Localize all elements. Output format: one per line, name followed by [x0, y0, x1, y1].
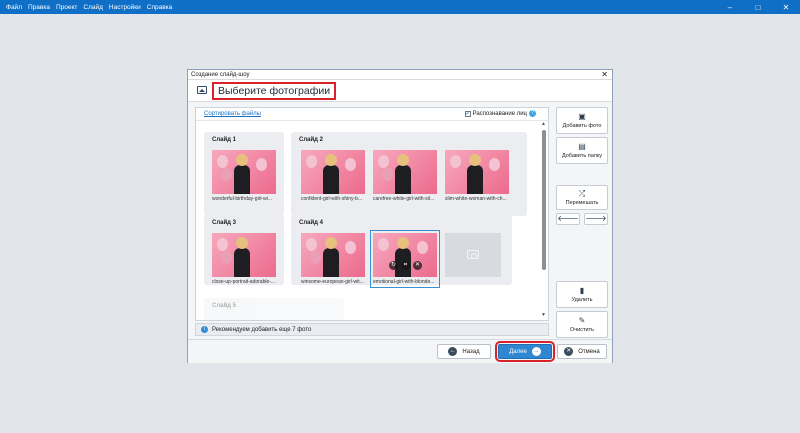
photo-icon [197, 86, 207, 94]
add-photo-button[interactable]: ▣ Добавить фото [556, 107, 608, 134]
photo-thumbnail[interactable] [301, 150, 365, 194]
next-button[interactable]: Далее → [495, 341, 555, 362]
face-recognition-option: ✓ Распознавание лиц ? [464, 110, 536, 117]
slide-4-group: Слайд 4 winsome-european-girl-wit... ↻ ⌗… [291, 215, 512, 288]
dialog-titlebar: Создание слайд-шоу ✕ [188, 70, 612, 80]
slide-2-group: Слайд 2 confident-girl-with-shiny-b... c… [291, 132, 527, 216]
add-photo-label: Добавить фото [562, 123, 602, 129]
menu-help[interactable]: Справка [144, 4, 176, 11]
minimize-icon[interactable]: – [716, 0, 744, 14]
photo-filename: wonderful-birthday-girl-wi... [212, 196, 273, 202]
camera-icon [467, 250, 479, 259]
photo-filename: confident-girl-with-shiny-b... [301, 196, 363, 202]
slide-label: Слайд 4 [299, 220, 323, 226]
menu-slide[interactable]: Слайд [80, 4, 106, 11]
photo-card[interactable]: slim-white-woman-with-ch... [445, 150, 509, 202]
crop-icon[interactable]: ⌗ [401, 261, 410, 270]
shuffle-icon: ⤮ [578, 189, 586, 198]
slideshow-dialog: Создание слайд-шоу ✕ Выберите фотографии… [187, 69, 613, 363]
photo-card[interactable]: close-up-portrait-adorable-... [212, 233, 276, 285]
close-window-icon[interactable]: ✕ [772, 0, 800, 14]
dialog-footer: ← Назад Далее → ✕ Отмена [188, 339, 612, 363]
photo-card[interactable]: winsome-european-girl-wit... [301, 233, 365, 285]
photo-thumbnail[interactable] [445, 150, 509, 194]
delete-button[interactable]: ▮ Удалить [556, 281, 608, 308]
move-left-button[interactable]: 🡐 [556, 213, 580, 225]
step-heading: Выберите фотографии [212, 82, 337, 100]
shuffle-button[interactable]: ⤮ Перемешать [556, 185, 608, 210]
photo-filename: close-up-portrait-adorable-... [212, 279, 276, 285]
slide-label: Слайд 3 [212, 220, 236, 226]
menu-file[interactable]: Файл [3, 4, 25, 11]
photo-actions: ↻ ⌗ ✕ [389, 261, 422, 270]
slide-5-group: Слайд 5 [204, 298, 344, 320]
photo-filename: slim-white-woman-with-ch... [445, 196, 507, 202]
maximize-icon[interactable]: □ [744, 0, 772, 14]
slide-1-group: Слайд 1 wonderful-birthday-girl-wi... [204, 132, 284, 216]
recommendation-text: Рекомендуем добавить еще 7 фото [212, 326, 312, 333]
clear-label: Очистить [570, 327, 594, 333]
arrow-right-icon: → [531, 347, 541, 356]
delete-photo-icon[interactable]: ✕ [413, 261, 422, 270]
scroll-up-icon[interactable]: ▲ [541, 122, 546, 127]
photo-filename: carefree-white-girl-with-sil... [373, 196, 435, 202]
recommendation-bar: i Рекомендуем добавить еще 7 фото [195, 323, 549, 336]
dialog-header: Выберите фотографии [188, 80, 612, 102]
sort-files-link[interactable]: Сортировать файлы [204, 111, 261, 117]
back-button[interactable]: ← Назад [437, 344, 491, 359]
cancel-icon: ✕ [564, 347, 574, 356]
dialog-close-icon[interactable]: ✕ [601, 70, 608, 80]
photo-filename: emotional-girl-with-blonde... [373, 279, 435, 285]
move-right-button[interactable]: 🡒 [584, 213, 608, 225]
vertical-scrollbar[interactable]: ▲ ▼ [541, 122, 546, 318]
info-icon: i [201, 326, 208, 333]
photo-thumbnail[interactable] [373, 150, 437, 194]
photo-filename: winsome-european-girl-wit... [301, 279, 364, 285]
slide-label: Слайд 1 [212, 137, 236, 143]
add-folder-button[interactable]: ▤ Добавить папку [556, 137, 608, 164]
empty-photo-slot[interactable] [445, 233, 501, 277]
cancel-label: Отмена [578, 348, 600, 355]
photo-card[interactable]: wonderful-birthday-girl-wi... [212, 150, 276, 202]
grid-toolbar: Сортировать файлы ✓ Распознавание лиц ? [196, 108, 548, 121]
slide-label: Слайд 5 [212, 303, 236, 309]
clear-button[interactable]: ✎ Очистить [556, 311, 608, 338]
trash-icon: ▮ [579, 286, 585, 295]
delete-label: Удалить [571, 297, 593, 303]
back-label: Назад [462, 348, 480, 355]
selected-photo-card[interactable]: ↻ ⌗ ✕ emotional-girl-with-blonde... [370, 230, 440, 288]
photo-card[interactable]: confident-girl-with-shiny-b... [301, 150, 365, 202]
window-controls: – □ ✕ [716, 0, 800, 14]
slide-3-group: Слайд 3 close-up-portrait-adorable-... [204, 215, 284, 285]
photo-thumbnail[interactable]: ↻ ⌗ ✕ [373, 233, 437, 277]
scroll-down-icon[interactable]: ▼ [541, 313, 546, 318]
next-label: Далее [509, 348, 527, 355]
face-recognition-checkbox[interactable]: ✓ [464, 110, 471, 117]
photo-card[interactable]: carefree-white-girl-with-sil... [373, 150, 437, 202]
folder-icon: ▤ [578, 142, 586, 151]
menu-settings[interactable]: Настройки [106, 4, 144, 11]
photo-thumbnail[interactable] [212, 150, 276, 194]
face-recognition-label: Распознавание лиц [472, 110, 527, 117]
image-icon: ▣ [578, 112, 586, 121]
cancel-button[interactable]: ✕ Отмена [557, 344, 607, 359]
slide-label: Слайд 2 [299, 137, 323, 143]
photo-thumbnail[interactable] [301, 233, 365, 277]
photo-grid-panel: Сортировать файлы ✓ Распознавание лиц ? … [195, 107, 549, 321]
main-menu: Файл Правка Проект Слайд Настройки Справ… [0, 4, 175, 11]
broom-icon: ✎ [578, 316, 586, 325]
menu-project[interactable]: Проект [53, 4, 80, 11]
dialog-title: Создание слайд-шоу [191, 72, 250, 78]
arrow-left-icon: ← [448, 347, 458, 356]
app-menu-bar: Файл Правка Проект Слайд Настройки Справ… [0, 0, 800, 14]
scroll-thumb[interactable] [541, 130, 546, 270]
add-folder-label: Добавить папку [561, 153, 603, 159]
menu-edit[interactable]: Правка [25, 4, 53, 11]
photo-thumbnail[interactable] [212, 233, 276, 277]
rotate-icon[interactable]: ↻ [389, 261, 398, 270]
shuffle-label: Перемешать [565, 200, 599, 206]
help-icon[interactable]: ? [529, 110, 536, 117]
